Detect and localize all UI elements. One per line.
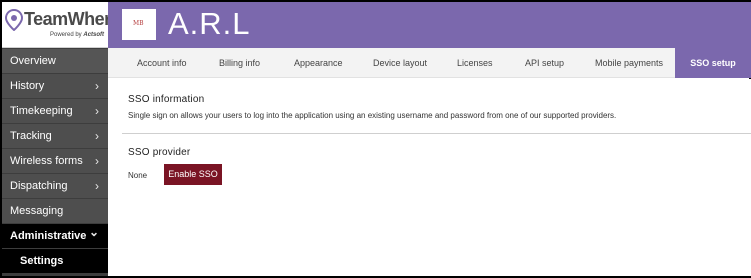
sidebar-item-history[interactable]: History › <box>2 74 108 98</box>
chevron-right-icon: › <box>95 79 99 93</box>
tab-account-info[interactable]: Account info <box>137 48 187 78</box>
sidebar-item-label: Wireless forms <box>10 155 83 167</box>
tab-mobile-payments[interactable]: Mobile payments <box>595 48 663 78</box>
sidebar-item-settings[interactable]: Settings <box>2 249 108 273</box>
sidebar-item-administrative[interactable]: Administrative ⌄ <box>2 224 108 248</box>
tab-licenses[interactable]: Licenses <box>457 48 493 78</box>
sidebar-item-timekeeping[interactable]: Timekeeping › <box>2 99 108 123</box>
tab-appearance[interactable]: Appearance <box>294 48 343 78</box>
sidebar-item-label: Messaging <box>10 205 64 217</box>
chevron-down-icon: ⌄ <box>88 225 99 239</box>
sidebar-item-dispatching[interactable]: Dispatching › <box>2 174 108 198</box>
enable-sso-button[interactable]: Enable SSO <box>164 164 222 185</box>
sso-provider-title: SSO provider <box>128 147 191 158</box>
location-pin-icon <box>5 9 23 31</box>
sidebar-item-label: Overview <box>10 55 56 67</box>
sidebar-item-label: Timekeeping <box>10 105 73 117</box>
settings-tabs: Account info Billing info Appearance Dev… <box>108 48 751 78</box>
section-divider <box>122 133 751 134</box>
org-logo-text: MB <box>133 20 144 27</box>
sso-info-description: Single sign on allows your users to log … <box>128 111 617 120</box>
sidebar-item-overview[interactable]: Overview <box>2 49 108 73</box>
sso-info-title: SSO information <box>128 94 205 105</box>
chevron-right-icon: › <box>95 154 99 168</box>
org-header: MB A.R.L <box>108 2 751 48</box>
chevron-right-icon: › <box>95 129 99 143</box>
sidebar: TeamWherx Powered by Actsoft Overview Hi… <box>2 2 121 276</box>
chevron-right-icon: › <box>95 179 99 193</box>
sidebar-item-tracking[interactable]: Tracking › <box>2 124 108 148</box>
sidebar-item-label: Administrative <box>10 230 87 242</box>
app-window: TeamWherx Powered by Actsoft Overview Hi… <box>0 0 751 278</box>
tab-api-setup[interactable]: API setup <box>525 48 564 78</box>
brand-name: TeamWherx <box>24 9 121 29</box>
sidebar-nav: Overview History › Timekeeping › Trackin… <box>2 49 108 273</box>
sidebar-item-label: Dispatching <box>10 180 68 192</box>
sso-provider-value: None <box>128 171 148 180</box>
sidebar-item-label: History <box>10 80 45 92</box>
sso-panel: SSO information Single sign on allows yo… <box>108 79 751 276</box>
sidebar-item-label: Tracking <box>10 130 52 142</box>
org-logo: MB <box>122 9 156 40</box>
sidebar-item-wireless-forms[interactable]: Wireless forms › <box>2 149 108 173</box>
chevron-right-icon: › <box>95 104 99 118</box>
brand-powered-by: Powered by Actsoft <box>50 32 105 38</box>
org-title: A.R.L <box>168 6 251 41</box>
brand-logo[interactable]: TeamWherx Powered by Actsoft <box>2 2 121 48</box>
sidebar-item-label: Settings <box>20 255 64 267</box>
tab-device-layout[interactable]: Device layout <box>373 48 427 78</box>
tab-sso-setup[interactable]: SSO setup <box>675 48 751 78</box>
tab-billing-info[interactable]: Billing info <box>219 48 260 78</box>
